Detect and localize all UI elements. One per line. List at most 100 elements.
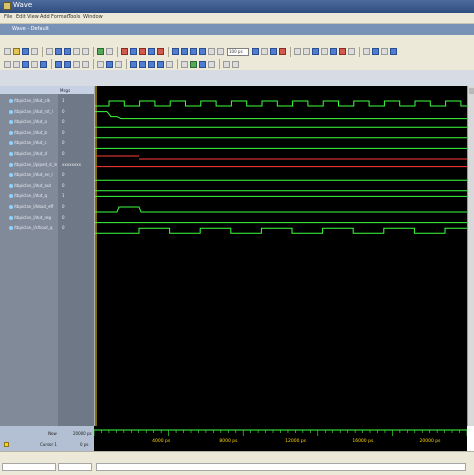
next-edge-icon[interactable]	[64, 61, 71, 68]
signal-name[interactable]: /tbpiclan_l/piped_d_in	[14, 162, 57, 167]
window-icon[interactable]	[148, 48, 155, 55]
select-icon[interactable]	[363, 48, 370, 55]
break-run-icon[interactable]	[279, 48, 286, 55]
signal-icon[interactable]	[190, 61, 197, 68]
run-length-input[interactable]: 100 ps	[227, 48, 249, 56]
redo-icon[interactable]	[82, 48, 89, 55]
insert-cursor-icon[interactable]	[97, 61, 104, 68]
signal-name[interactable]: /tbpiclan_l/dut_q	[14, 193, 47, 198]
restart-icon[interactable]	[208, 48, 215, 55]
menu-bar: File Edit View Add Format Tools Window	[0, 13, 474, 24]
wave-add-icon[interactable]	[13, 61, 20, 68]
wave-scrollbar[interactable]	[96, 463, 466, 471]
toolbar-separator	[126, 59, 127, 69]
cursor-mode-icon[interactable]	[381, 48, 388, 55]
zoom-full-icon[interactable]	[148, 61, 155, 68]
arrow-down-icon[interactable]	[190, 48, 197, 55]
step-over-icon[interactable]	[303, 48, 310, 55]
step-icon[interactable]	[294, 48, 301, 55]
menu-window[interactable]: Window	[83, 14, 103, 20]
menu-view[interactable]: View	[27, 14, 39, 20]
values-scrollbar[interactable]	[58, 463, 92, 471]
wave-trace	[95, 206, 468, 213]
tool-b-icon[interactable]	[232, 61, 239, 68]
signal-name[interactable]: /tbpiclan_l/dut_rst_l	[14, 109, 53, 114]
zoom-mode-icon[interactable]	[372, 48, 379, 55]
stop-icon[interactable]	[157, 48, 164, 55]
scroll-up-icon[interactable]	[469, 88, 474, 94]
save-icon[interactable]	[22, 48, 29, 55]
zoom-cursor-icon[interactable]	[157, 61, 164, 68]
zoom-last-icon[interactable]	[166, 61, 173, 68]
signal-name[interactable]: /tbpiclan_l/dut_d	[14, 151, 47, 156]
toolbar-separator	[51, 59, 52, 69]
run-all-icon[interactable]	[270, 48, 277, 55]
open-icon[interactable]	[13, 48, 20, 55]
now-row: Now 20000 ps	[0, 426, 94, 439]
signal-name[interactable]: /tbpiclan_l/dut_c	[14, 140, 47, 145]
record-icon[interactable]	[339, 48, 346, 55]
lock-cursor-icon[interactable]	[115, 61, 122, 68]
menu-tools[interactable]: Tools	[68, 14, 80, 20]
zoom-out-icon[interactable]	[139, 61, 146, 68]
signal-name[interactable]: /tbpiclan_l/dut_a	[14, 119, 47, 124]
breakpoint-icon[interactable]	[321, 48, 328, 55]
continue-icon[interactable]	[261, 48, 268, 55]
zoom-in-icon[interactable]	[130, 61, 137, 68]
signal-name[interactable]: /tbpiclan_l/dut_clk	[14, 98, 50, 103]
break-icon[interactable]	[121, 48, 128, 55]
find-icon[interactable]	[97, 48, 104, 55]
wave-edit-icon[interactable]	[22, 61, 29, 68]
print-icon[interactable]	[31, 48, 38, 55]
waveform-canvas[interactable]	[95, 86, 468, 426]
toolbar-separator	[359, 47, 360, 57]
menu-edit[interactable]: Edit	[16, 14, 26, 20]
arrow-up-icon[interactable]	[181, 48, 188, 55]
bookmark-icon[interactable]	[130, 48, 137, 55]
cut-icon[interactable]	[46, 48, 53, 55]
objects-icon[interactable]	[199, 61, 206, 68]
dataflow-icon[interactable]	[181, 61, 188, 68]
wave-expand-icon[interactable]	[31, 61, 38, 68]
tool-a-icon[interactable]	[223, 61, 230, 68]
wave-new-icon[interactable]	[4, 61, 11, 68]
cursor-row[interactable]: Cursor 1 0 ps	[0, 439, 94, 451]
time-ruler[interactable]: 4000 ps 8000 ps 12000 ps 16000 ps 20000 ps	[93, 426, 468, 451]
format-icon[interactable]	[208, 61, 215, 68]
waveform-pane[interactable]	[94, 86, 468, 426]
prev-transition-icon[interactable]	[73, 61, 80, 68]
undo-icon[interactable]	[73, 48, 80, 55]
watch-icon[interactable]	[330, 48, 337, 55]
vertical-scrollbar[interactable]	[467, 86, 474, 426]
delete-cursor-icon[interactable]	[106, 61, 113, 68]
step-back-icon[interactable]	[172, 48, 179, 55]
new-icon[interactable]	[4, 48, 11, 55]
menu-format[interactable]: Format	[51, 14, 69, 20]
wave-collapse-icon[interactable]	[40, 61, 47, 68]
signal-name[interactable]: /tbpiclan_l/dut_en_l	[14, 172, 53, 177]
signal-name[interactable]: /tbpiclan_l/clkout_q	[14, 225, 52, 230]
menu-file[interactable]: File	[4, 14, 12, 20]
menu-add[interactable]: Add	[40, 14, 50, 20]
next-transition-icon[interactable]	[82, 61, 89, 68]
run-length-icon[interactable]	[217, 48, 224, 55]
signal-icon	[9, 152, 13, 156]
list-icon[interactable]	[348, 48, 355, 55]
names-scrollbar[interactable]	[2, 463, 56, 471]
replace-icon[interactable]	[106, 48, 113, 55]
signal-name[interactable]: /tbpiclan_l/dut_out	[14, 183, 51, 188]
paste-icon[interactable]	[64, 48, 71, 55]
edit-mode-icon[interactable]	[390, 48, 397, 55]
arrow-right-icon[interactable]	[199, 48, 206, 55]
signal-name[interactable]: /tbpiclan_l/dut_b	[14, 130, 47, 135]
run-icon[interactable]	[252, 48, 259, 55]
signal-name[interactable]: /tbpiclan_l/dut_reg	[14, 215, 51, 220]
delete-icon[interactable]	[139, 48, 146, 55]
cursor-lock-icon[interactable]	[4, 442, 9, 447]
prev-edge-icon[interactable]	[55, 61, 62, 68]
values-header-label: Msgs	[60, 88, 71, 93]
signal-name[interactable]: /tbpiclan_l/ldout_eff	[14, 204, 53, 209]
step-out-icon[interactable]	[312, 48, 319, 55]
toolbar-separator	[290, 47, 291, 57]
copy-icon[interactable]	[55, 48, 62, 55]
